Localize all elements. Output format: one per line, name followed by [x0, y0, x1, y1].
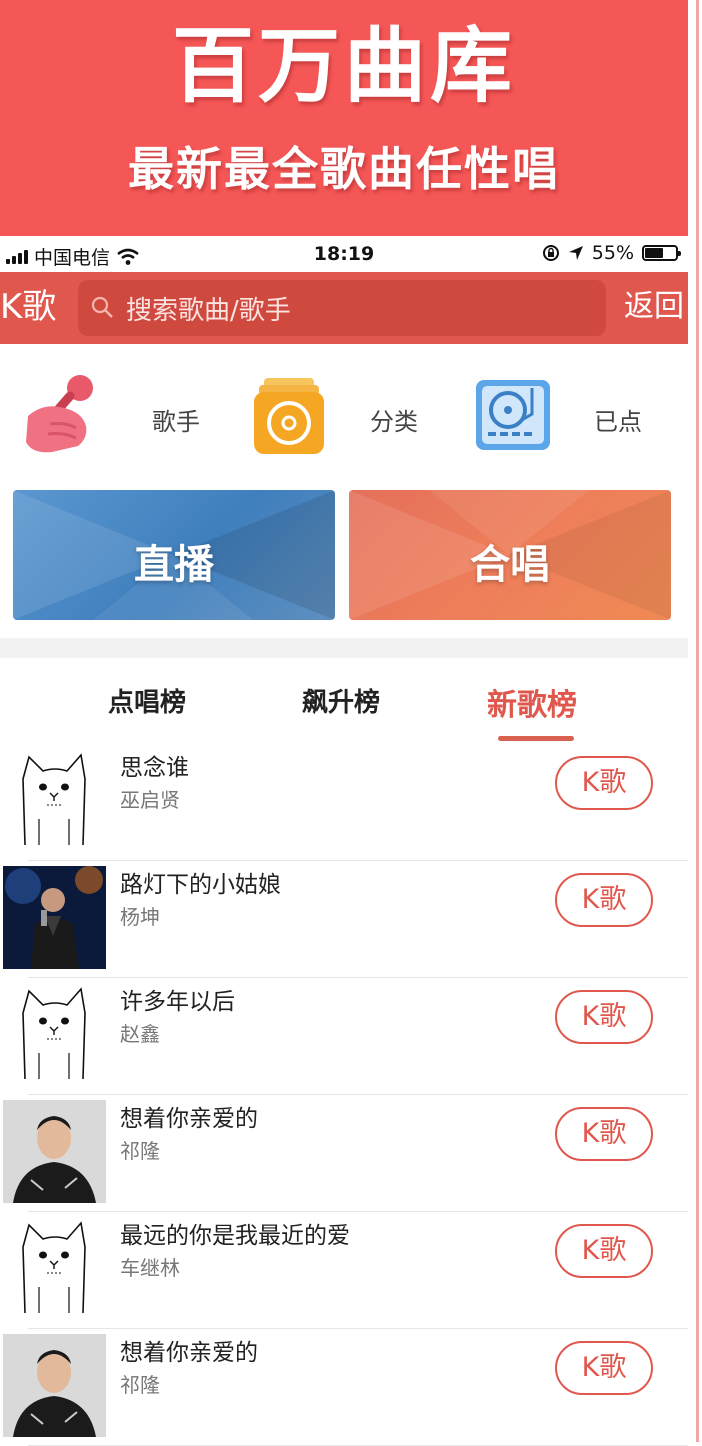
quick-entries: 歌手 分类 已点 [0, 360, 688, 476]
list-item[interactable]: 路灯下的小姑娘 杨坤 K歌 [0, 861, 688, 978]
song-artist: 车继林 [120, 1256, 180, 1280]
avatar [3, 866, 106, 969]
list-item[interactable]: 许多年以后 赵鑫 K歌 [0, 978, 688, 1095]
song-title: 最远的你是我最近的爱 [120, 1223, 350, 1249]
cat-avatar-icon [22, 987, 86, 1080]
k-song-button[interactable]: K歌 [555, 873, 653, 927]
search-icon [91, 296, 113, 318]
singer-photo-stage [3, 866, 106, 969]
k-song-button[interactable]: K歌 [555, 990, 653, 1044]
quick-entry-singer-label: 歌手 [152, 408, 200, 436]
chart-tabs: 点唱榜 飙升榜 新歌榜 [0, 660, 688, 742]
song-title: 想着你亲爱的 [120, 1340, 258, 1366]
quick-entry-category-label: 分类 [370, 408, 418, 436]
microphone-icon [26, 375, 93, 453]
song-title: 思念谁 [120, 755, 189, 781]
k-song-button[interactable]: K歌 [555, 756, 653, 810]
live-card-label: 直播 [134, 542, 214, 588]
singer-photo-portrait [3, 1100, 106, 1203]
tab-indicator [498, 736, 574, 741]
battery-icon [642, 245, 681, 261]
song-title: 想着你亲爱的 [120, 1106, 258, 1132]
feature-cards: 直播 合唱 [0, 490, 688, 622]
list-item[interactable]: 思念谁 巫启贤 K歌 [0, 744, 688, 861]
status-bar: 中国电信 18:19 55% [0, 236, 688, 272]
back-button[interactable]: 返回 [624, 288, 684, 326]
tab-rising-chart[interactable]: 飙升榜 [302, 682, 380, 719]
song-artist: 杨坤 [120, 905, 160, 929]
search-input[interactable]: 搜索歌曲/歌手 [78, 280, 606, 336]
tab-new-songs-chart[interactable]: 新歌榜 [487, 680, 577, 724]
k-song-button[interactable]: K歌 [555, 1341, 653, 1395]
chorus-card[interactable]: 合唱 [349, 490, 671, 620]
quick-entry-singer[interactable]: 歌手 [22, 360, 222, 476]
list-item[interactable]: 想着你亲爱的 祁隆 K歌 [0, 1095, 688, 1212]
category-disc-icon [254, 378, 324, 454]
k-song-button[interactable]: K歌 [555, 1107, 653, 1161]
tab-request-chart[interactable]: 点唱榜 [108, 682, 186, 719]
section-divider [0, 638, 688, 658]
list-item[interactable]: 最远的你是我最近的爱 车继林 K歌 [0, 1212, 688, 1329]
cat-avatar-icon [22, 753, 86, 846]
list-item[interactable]: 想着你亲爱的 祁隆 K歌 [0, 1329, 688, 1446]
banner-title: 百万曲库 [171, 19, 516, 114]
quick-entry-selected-label: 已点 [594, 408, 642, 436]
nav-title: K歌 [0, 287, 57, 327]
cat-avatar-icon [22, 1221, 86, 1314]
song-list: 思念谁 巫启贤 K歌 路灯下的小姑娘 杨坤 K歌 许多年以后 赵鑫 K歌 想着你… [0, 744, 688, 1446]
avatar [3, 1100, 106, 1203]
song-artist: 祁隆 [120, 1373, 160, 1397]
avatar [3, 983, 106, 1086]
avatar [3, 1217, 106, 1320]
chorus-card-label: 合唱 [470, 542, 550, 588]
battery-percent: 55% [591, 242, 634, 264]
song-artist: 赵鑫 [120, 1022, 160, 1046]
avatar [3, 1334, 106, 1437]
avatar [3, 749, 106, 852]
rotation-lock-icon [542, 245, 559, 261]
quick-entry-category[interactable]: 分类 [254, 360, 454, 476]
song-title: 许多年以后 [120, 989, 235, 1015]
promo-banner: 百万曲库 最新最全歌曲任性唱 [0, 0, 688, 236]
banner-subtitle: 最新最全歌曲任性唱 [128, 142, 560, 196]
right-edge-strip [688, 0, 702, 1442]
song-title: 路灯下的小姑娘 [120, 872, 281, 898]
song-artist: 祁隆 [120, 1139, 160, 1163]
turntable-icon [476, 380, 550, 450]
search-placeholder: 搜索歌曲/歌手 [126, 295, 291, 326]
k-song-button[interactable]: K歌 [555, 1224, 653, 1278]
singer-photo-portrait [3, 1334, 106, 1437]
nav-bar: K歌 搜索歌曲/歌手 返回 [0, 272, 688, 344]
location-icon [568, 246, 583, 260]
live-card[interactable]: 直播 [13, 490, 335, 620]
quick-entry-selected[interactable]: 已点 [476, 360, 676, 476]
song-artist: 巫启贤 [120, 788, 180, 812]
